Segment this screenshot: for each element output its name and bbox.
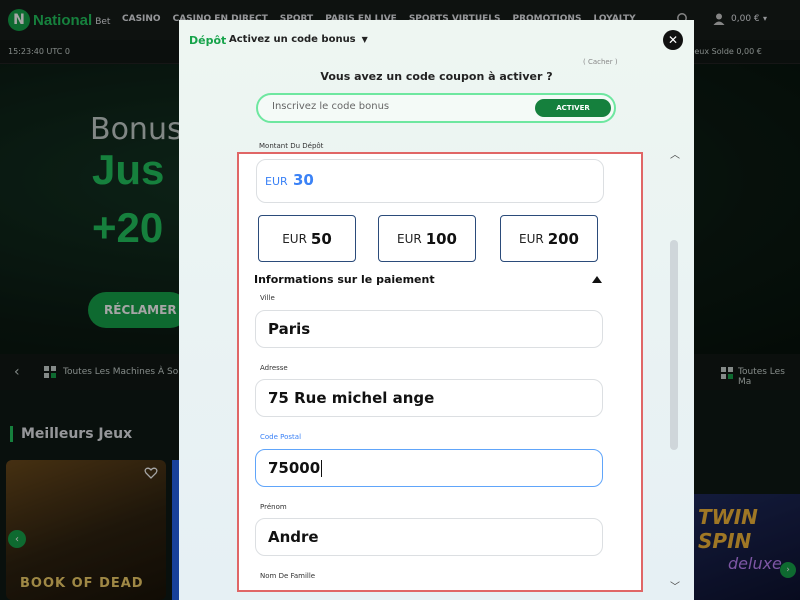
amount-currency: EUR xyxy=(265,175,288,188)
postal-code-field[interactable]: 75000 xyxy=(255,449,603,487)
payment-form-panel: EUR 30 EUR 50 EUR 100 EUR 200 Informatio… xyxy=(237,152,643,592)
payment-section-title: Informations sur le paiement xyxy=(254,273,435,286)
postal-code-label: Code Postal xyxy=(260,433,302,441)
city-field[interactable]: Paris xyxy=(255,310,603,348)
caret-up-icon[interactable] xyxy=(592,276,602,283)
chip-currency: EUR xyxy=(518,231,544,246)
bonus-code-toggle-label: Activez un code bonus xyxy=(229,34,356,45)
city-label: Ville xyxy=(260,294,275,302)
scroll-up-icon[interactable]: ︿ xyxy=(670,146,680,161)
last-name-label: Nom De Famille xyxy=(260,572,316,580)
bonus-code-toggle[interactable]: Activez un code bonus ▼ xyxy=(229,34,368,45)
coupon-question: Vous avez un code coupon à activer ? xyxy=(320,70,553,83)
city-value: Paris xyxy=(268,320,311,338)
close-icon[interactable]: ✕ xyxy=(663,30,683,50)
text-cursor xyxy=(321,460,323,477)
chip-value: 100 xyxy=(425,229,457,248)
hide-link[interactable]: ( Cacher ) xyxy=(583,58,618,66)
postal-code-value: 75000 xyxy=(268,459,323,477)
tab-deposit[interactable]: Dépôt xyxy=(189,34,226,47)
amount-input[interactable]: EUR 30 xyxy=(256,159,604,203)
amount-label: Montant Du Dépôt xyxy=(259,142,324,150)
first-name-label: Prénom xyxy=(260,503,287,511)
chip-currency: EUR xyxy=(282,231,307,246)
amount-value: 30 xyxy=(293,171,314,189)
chevron-down-icon: ▼ xyxy=(361,35,368,44)
address-value: 75 Rue michel ange xyxy=(268,389,435,407)
first-name-value: Andre xyxy=(268,528,319,546)
scroll-down-icon[interactable]: ﹀ xyxy=(670,578,680,593)
address-field[interactable]: 75 Rue michel ange xyxy=(255,379,603,417)
scrollbar-thumb[interactable] xyxy=(670,240,678,450)
chip-currency: EUR xyxy=(396,231,422,246)
chip-value: 50 xyxy=(310,229,332,248)
amount-chip-50[interactable]: EUR 50 xyxy=(258,215,356,262)
coupon-field-wrapper: ACTIVER xyxy=(256,93,616,123)
postal-code-text: 75000 xyxy=(268,459,321,477)
first-name-field[interactable]: Andre xyxy=(255,518,603,556)
coupon-input[interactable] xyxy=(272,101,522,112)
address-label: Adresse xyxy=(260,364,288,372)
chip-value: 200 xyxy=(547,229,579,248)
amount-chip-100[interactable]: EUR 100 xyxy=(378,215,476,262)
amount-chip-200[interactable]: EUR 200 xyxy=(500,215,598,262)
activate-button[interactable]: ACTIVER xyxy=(535,99,611,117)
